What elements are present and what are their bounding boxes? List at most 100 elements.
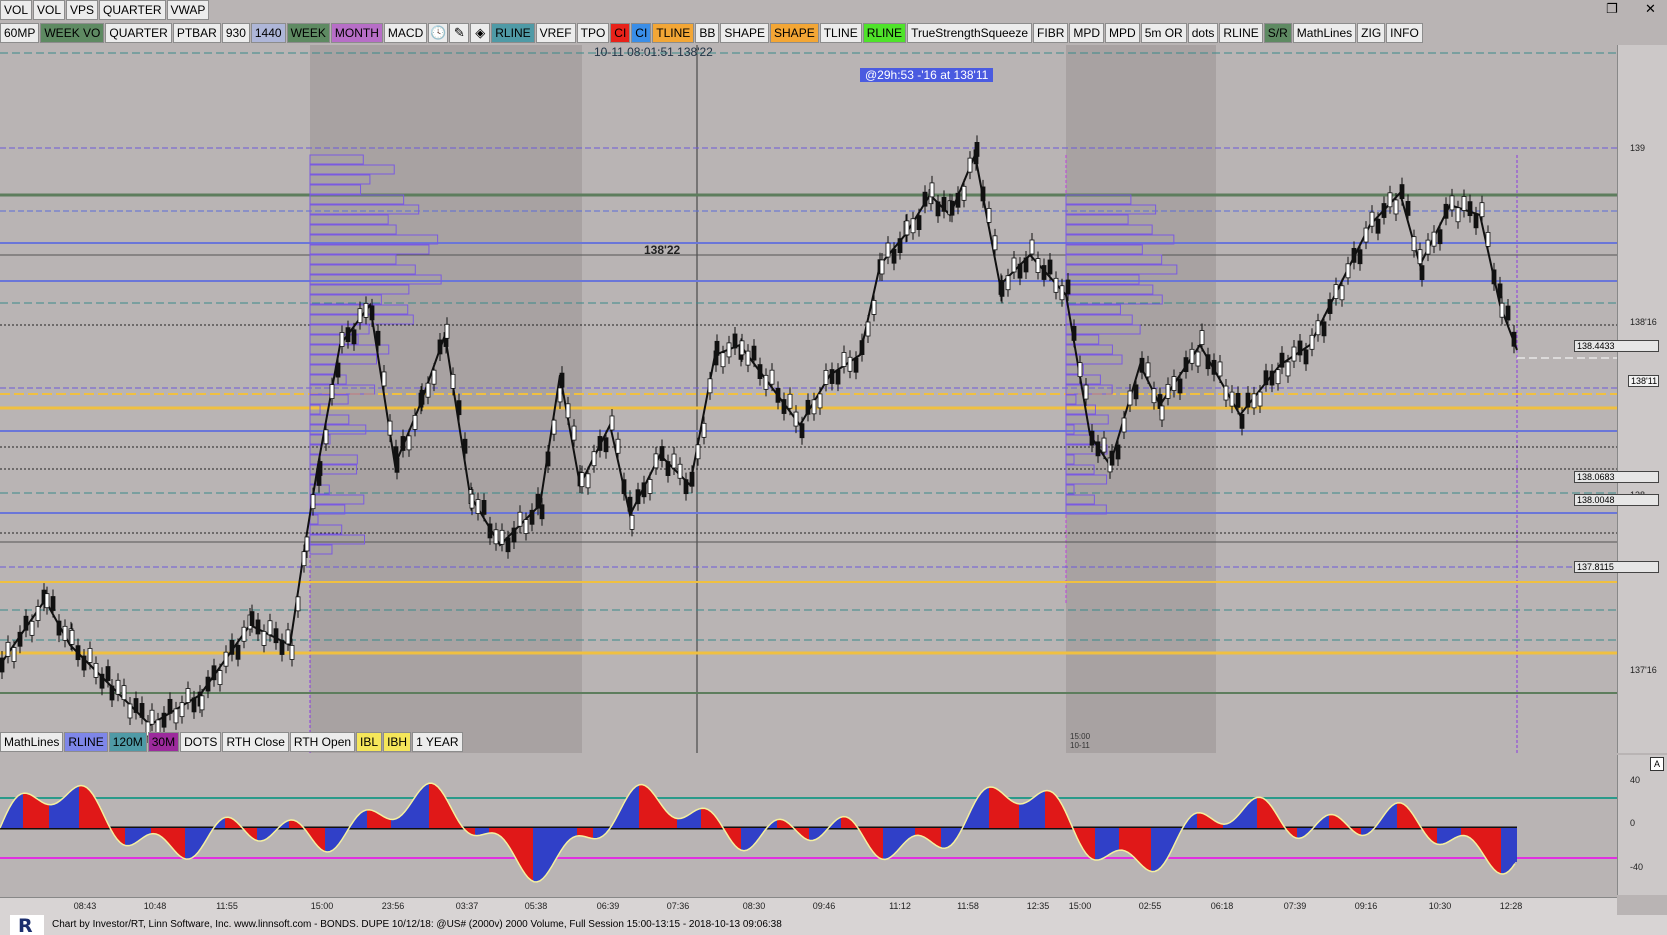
- pencil-icon[interactable]: ✎: [449, 23, 470, 43]
- candle-body: [229, 639, 235, 655]
- bottom-button[interactable]: RTH Close: [222, 732, 289, 752]
- toolbar-button[interactable]: SHAPE: [770, 23, 819, 43]
- overlay-toolbar: MathLines RLINE 120M 30M DOTS RTH Close RTH Op…: [0, 732, 464, 752]
- toolbar-button[interactable]: RLINE: [491, 23, 535, 43]
- toolbar-button[interactable]: MONTH: [330, 23, 383, 43]
- candle-body: [1473, 213, 1479, 229]
- toolbar-button[interactable]: PTBAR: [172, 23, 221, 43]
- candle-body: [745, 350, 751, 366]
- candle-body: [1171, 376, 1177, 391]
- toolbar-button[interactable]: MPD: [1069, 23, 1105, 43]
- toolbar-button[interactable]: RLINE: [1219, 23, 1263, 43]
- bottom-button[interactable]: RLINE: [64, 732, 108, 752]
- bottom-button[interactable]: IBH: [383, 732, 412, 752]
- toolbar-button[interactable]: MPD: [1105, 23, 1140, 43]
- candle-body: [615, 438, 621, 454]
- candle-body: [400, 436, 406, 451]
- toolbar-button[interactable]: INFO: [1386, 23, 1423, 43]
- toolbar-button[interactable]: TLINE: [652, 23, 695, 43]
- brush-icon[interactable]: ◈: [470, 23, 491, 43]
- candle-body: [1285, 361, 1291, 377]
- macd-oscillator-panel[interactable]: [0, 755, 1617, 895]
- oscillator-scale[interactable]: 40 0 -40 A: [1617, 755, 1667, 895]
- toolbar-button[interactable]: dots: [1187, 23, 1219, 43]
- bottom-button[interactable]: 1 YEAR: [412, 732, 463, 752]
- candle-body: [1491, 269, 1497, 285]
- toolbar-button[interactable]: WEEK: [286, 23, 330, 43]
- menu-item[interactable]: VPS: [66, 0, 99, 20]
- candle-body: [462, 438, 468, 454]
- candle-body: [1077, 362, 1083, 378]
- candle-body: [653, 453, 659, 469]
- price-chart[interactable]: [0, 45, 1617, 753]
- time-label: 05:38: [524, 901, 548, 911]
- bottom-button[interactable]: RTH Open: [289, 732, 356, 752]
- toolbar-button[interactable]: CI: [610, 23, 631, 43]
- toolbar-button[interactable]: BB: [695, 23, 720, 43]
- toolbar-button[interactable]: TPO: [576, 23, 610, 43]
- toolbar-button[interactable]: 930: [221, 23, 250, 43]
- candle-body: [591, 451, 597, 467]
- candle-body: [529, 509, 535, 525]
- candle-body: [859, 340, 865, 355]
- toolbar-button[interactable]: ZIG: [1357, 23, 1386, 43]
- candle-body: [986, 208, 992, 223]
- toolbar-button[interactable]: 60MP: [0, 23, 40, 43]
- clock-icon[interactable]: 🕓: [428, 23, 449, 43]
- toolbar-button[interactable]: TrueStrengthSqueeze: [907, 23, 1033, 43]
- candle-body: [1011, 257, 1017, 273]
- toolbar-button[interactable]: WEEK VO: [40, 23, 105, 43]
- restore-icon[interactable]: ❐: [1606, 2, 1618, 18]
- toolbar-button[interactable]: 5m OR: [1140, 23, 1187, 43]
- time-label: 09:46: [812, 901, 836, 911]
- top-menu-bar: VOL VOL VPS QUARTER VWAP: [0, 0, 210, 20]
- candle-body: [1417, 249, 1423, 265]
- candle-body: [1269, 370, 1275, 386]
- toolbar-button[interactable]: MathLines: [1292, 23, 1357, 43]
- toolbar-button[interactable]: MACD: [383, 23, 428, 43]
- candle-body: [865, 321, 871, 337]
- session-start-label: 15:00 10-11: [1070, 732, 1090, 750]
- osc-settings-button[interactable]: A: [1650, 757, 1664, 771]
- toolbar-button[interactable]: FIBR: [1033, 23, 1069, 43]
- candle-body: [811, 399, 817, 415]
- bottom-button[interactable]: 120M: [108, 732, 147, 752]
- time-label: 07:36: [666, 901, 690, 911]
- candle-body: [1235, 392, 1241, 408]
- candle-body: [1211, 359, 1217, 375]
- candle-body: [351, 329, 357, 345]
- toolbar-button[interactable]: TLINE: [819, 23, 862, 43]
- candle-body: [1229, 391, 1235, 407]
- menu-item[interactable]: QUARTER: [99, 0, 166, 20]
- price-tag: 138.0683: [1574, 471, 1659, 483]
- bottom-button[interactable]: IBL: [356, 732, 383, 752]
- menu-item[interactable]: VOL: [0, 0, 33, 20]
- bottom-button[interactable]: 30M: [147, 732, 180, 752]
- candle-body: [1363, 227, 1369, 243]
- alert-label[interactable]: @29h:53 -'16 at 138'11: [860, 68, 994, 82]
- close-icon[interactable]: ✕: [1645, 2, 1656, 18]
- toolbar-button[interactable]: CI: [631, 23, 652, 43]
- toolbar-button[interactable]: RLINE: [862, 23, 907, 43]
- candle-body: [425, 382, 431, 398]
- candle-body: [69, 629, 75, 645]
- toolbar-button[interactable]: S/R: [1263, 23, 1292, 43]
- candle-body: [1115, 444, 1121, 460]
- candle-body: [444, 323, 450, 339]
- menu-item[interactable]: VWAP: [166, 0, 210, 20]
- toolbar-button[interactable]: SHAPE: [720, 23, 770, 43]
- candle-body: [267, 620, 273, 636]
- menu-item[interactable]: VOL: [33, 0, 66, 20]
- toolbar-button[interactable]: QUARTER: [105, 23, 172, 43]
- toolbar-button[interactable]: 1440: [250, 23, 286, 43]
- candle-body: [1437, 229, 1443, 245]
- candle-body: [493, 529, 499, 545]
- candle-body: [23, 615, 29, 631]
- toolbar-button[interactable]: VREF: [535, 23, 576, 43]
- candle-body: [1511, 331, 1517, 347]
- candle-body: [891, 248, 897, 264]
- price-scale[interactable]: 139 138'16 138 137'16: [1617, 45, 1667, 753]
- candle-body: [922, 191, 928, 207]
- bottom-button[interactable]: DOTS: [180, 732, 222, 752]
- bottom-button[interactable]: MathLines: [0, 732, 64, 752]
